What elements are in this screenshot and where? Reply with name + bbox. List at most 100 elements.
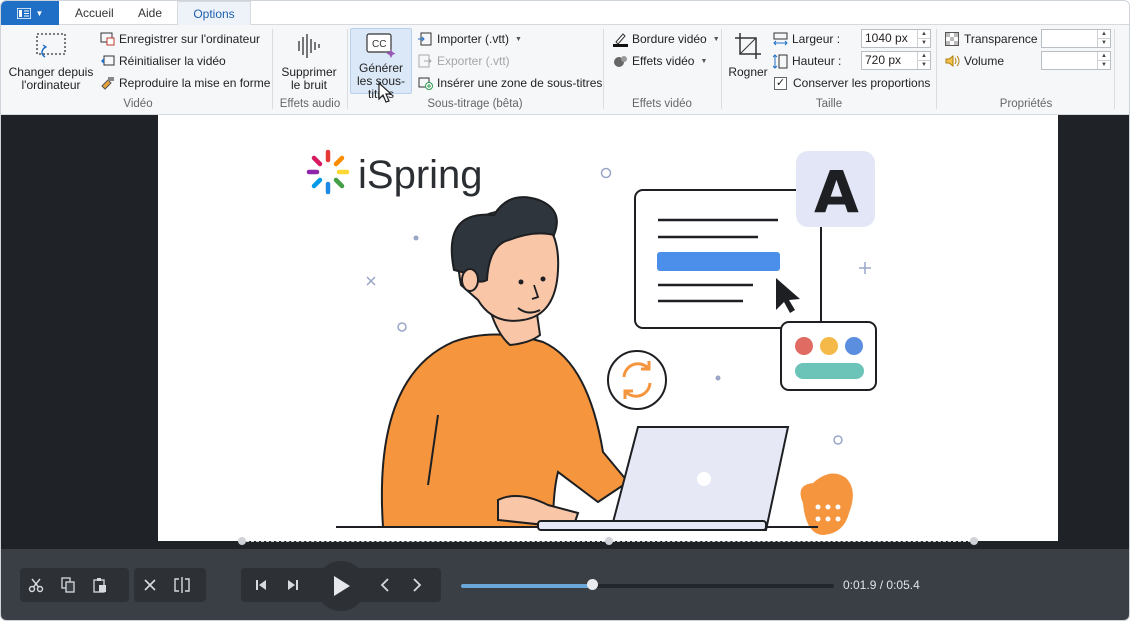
tab-aide[interactable]: Aide — [130, 1, 170, 25]
crop-icon — [731, 29, 765, 63]
width-stepper[interactable]: 1040 px ▲ ▼ — [861, 29, 931, 48]
stepper-up-icon[interactable]: ▲ — [918, 30, 930, 38]
video-stage: iSpring A — [1, 115, 1129, 549]
transparency-value[interactable] — [1042, 30, 1097, 47]
video-border-button[interactable]: Bordure vidéo ▼ — [612, 30, 720, 48]
trim-start-handle[interactable] — [238, 537, 246, 545]
transparency-stepper[interactable]: ▲ ▼ — [1041, 29, 1111, 48]
group-label-subtitles: Sous-titrage (bêta) — [427, 98, 523, 110]
transparency-icon — [944, 31, 960, 47]
cut-button[interactable] — [20, 568, 52, 602]
ribbon-separator — [1114, 29, 1115, 109]
format-painter-button[interactable]: Reproduire la mise en forme — [99, 74, 270, 92]
import-vtt-button[interactable]: Importer (.vtt) ▼ — [417, 30, 522, 48]
height-value[interactable]: 720 px — [862, 52, 917, 69]
skip-start-button[interactable] — [245, 568, 277, 602]
insert-subtitle-zone-label: Insérer une zone de sous-titres — [437, 76, 603, 90]
reset-video-label: Réinitialiser la vidéo — [119, 54, 226, 68]
volume-stepper[interactable]: ▲ ▼ — [1041, 51, 1111, 70]
play-icon — [334, 576, 350, 596]
insert-subtitle-zone-button[interactable]: Insérer une zone de sous-titres — [417, 74, 602, 92]
tab-accueil[interactable]: Accueil — [67, 1, 122, 25]
trim-mid-handle[interactable] — [605, 537, 613, 545]
stepper-down-icon[interactable]: ▼ — [918, 60, 930, 69]
prev-frame-button[interactable] — [369, 568, 401, 602]
chevron-right-icon — [413, 578, 422, 592]
seek-bar-progress — [461, 584, 593, 588]
change-from-computer-button[interactable]: Changer depuis l'ordinateur — [7, 29, 95, 92]
stepper-up-icon[interactable]: ▲ — [918, 52, 930, 60]
transparency-label-row: Transparence : — [944, 30, 1044, 48]
height-label: Hauteur : — [792, 54, 842, 68]
copy-button[interactable] — [52, 568, 84, 602]
save-to-computer-button[interactable]: Enregistrer sur l'ordinateur — [99, 30, 260, 48]
import-icon — [417, 31, 433, 47]
height-icon — [772, 53, 788, 69]
video-frame[interactable]: iSpring A — [158, 115, 1058, 541]
stepper-down-icon[interactable]: ▼ — [1098, 38, 1110, 47]
keep-ratio-checkbox[interactable]: ✓ Conserver les proportions — [774, 74, 930, 92]
ispring-logo-icon — [306, 149, 350, 195]
app-menu-button[interactable]: ▼ — [1, 1, 59, 25]
video-illustration: iSpring A — [306, 149, 877, 535]
split-icon — [174, 577, 190, 593]
change-from-computer-label: Changer depuis l'ordinateur — [8, 65, 94, 92]
reset-video-button[interactable]: Réinitialiser la vidéo — [99, 52, 226, 70]
remove-noise-button[interactable]: Supprimer le bruit — [278, 29, 340, 92]
video-effects-label: Effets vidéo — [632, 54, 695, 68]
stepper-up-icon[interactable]: ▲ — [1098, 30, 1110, 38]
group-label-video: Vidéo — [123, 98, 153, 110]
width-label: Largeur : — [792, 32, 841, 46]
stepper-down-icon[interactable]: ▼ — [1098, 60, 1110, 69]
timecode: 0:01.9 / 0:05.4 — [843, 578, 920, 592]
split-button[interactable] — [166, 568, 198, 602]
trim-end-handle[interactable] — [970, 537, 978, 545]
next-frame-button[interactable] — [401, 568, 433, 602]
scissors-icon — [28, 578, 44, 593]
format-painter-label: Reproduire la mise en forme — [119, 76, 271, 90]
chevron-down-icon: ▼ — [700, 57, 708, 65]
video-effects-button[interactable]: Effets vidéo ▼ — [612, 52, 707, 70]
time-current: 0:01.9 — [843, 578, 877, 592]
play-button[interactable] — [316, 561, 366, 611]
seek-bar[interactable] — [461, 584, 834, 588]
height-stepper[interactable]: 720 px ▲ ▼ — [861, 51, 931, 70]
paste-button[interactable] — [84, 568, 116, 602]
reset-icon — [99, 53, 115, 69]
noise-wave-icon — [292, 29, 326, 63]
menu-icon — [16, 7, 31, 19]
width-label-row: Largeur : — [772, 30, 840, 48]
speaker-icon — [944, 53, 960, 69]
save-video-icon — [99, 31, 115, 47]
time-separator: / — [876, 578, 887, 592]
width-value[interactable]: 1040 px — [862, 30, 917, 47]
format-painter-icon — [99, 75, 115, 91]
export-vtt-button: Exporter (.vtt) — [417, 52, 510, 70]
chevron-down-icon: ▼ — [712, 35, 720, 43]
insert-zone-icon — [417, 75, 433, 91]
stepper-down-icon[interactable]: ▼ — [918, 38, 930, 47]
svg-text:CC: CC — [372, 39, 386, 50]
group-label-properties: Propriétés — [999, 98, 1053, 110]
stepper-up-icon[interactable]: ▲ — [1098, 52, 1110, 60]
video-replace-icon — [34, 29, 68, 63]
chevron-left-icon — [380, 578, 389, 592]
ribbon-separator — [272, 29, 273, 109]
checkbox-checked-icon[interactable]: ✓ — [774, 76, 787, 90]
seek-bar-thumb[interactable] — [587, 579, 599, 590]
chevron-down-icon: ▼ — [35, 8, 44, 18]
keep-ratio-label: Conserver les proportions — [793, 76, 931, 90]
ribbon: Changer depuis l'ordinateur Enregistrer … — [1, 25, 1129, 115]
player-bar: 0:01.9 / 0:05.4 — [1, 549, 1129, 620]
skip-end-button[interactable] — [277, 568, 309, 602]
crop-button[interactable]: Rogner — [726, 29, 770, 79]
paste-icon — [93, 578, 106, 593]
delete-button[interactable] — [134, 568, 166, 602]
edit-tools-group — [20, 568, 129, 602]
export-icon — [417, 53, 433, 69]
volume-value[interactable] — [1042, 52, 1097, 69]
skip-start-icon — [256, 580, 266, 590]
skip-end-icon — [288, 580, 298, 590]
tab-options[interactable]: Options — [177, 1, 251, 25]
stepper-arrows: ▲ ▼ — [917, 30, 930, 47]
